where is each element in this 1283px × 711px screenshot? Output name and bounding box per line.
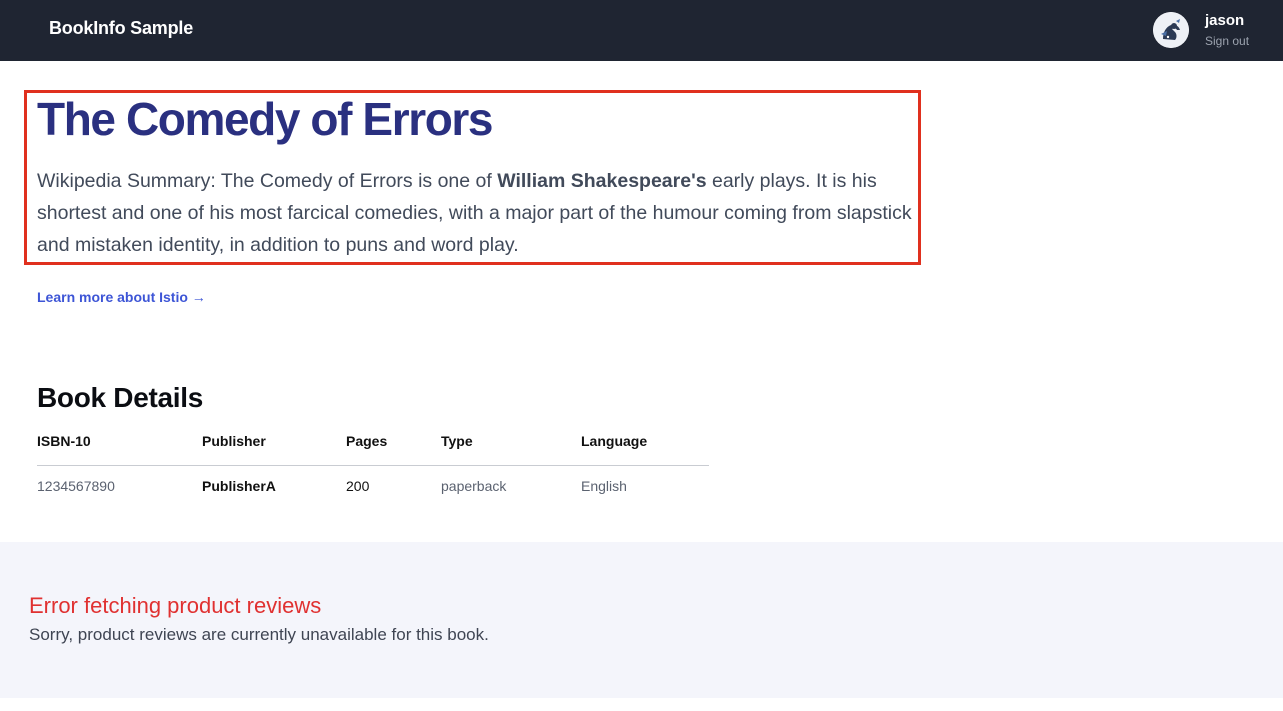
reviews-error-message: Sorry, product reviews are currently una… (29, 625, 489, 644)
sign-out-link[interactable]: Sign out (1205, 34, 1249, 48)
table-header-row: ISBN-10 Publisher Pages Type Language (37, 425, 709, 466)
learn-more-istio-link[interactable]: Learn more about Istio → (37, 289, 206, 305)
header-language: Language (581, 425, 709, 466)
cell-type: paperback (441, 478, 507, 495)
header-pages: Pages (346, 425, 441, 466)
book-details-heading: Book Details (37, 382, 203, 413)
cell-publisher: PublisherA (202, 478, 276, 495)
cell-language: English (581, 478, 627, 495)
header-isbn: ISBN-10 (37, 425, 202, 466)
brand-title[interactable]: BookInfo Sample (49, 18, 193, 39)
header-type: Type (441, 425, 581, 466)
cell-pages: 200 (346, 478, 370, 495)
summary-prefix: Wikipedia Summary: The Comedy of Errors … (37, 170, 498, 192)
user-avatar-icon[interactable] (1153, 12, 1189, 48)
cell-isbn: 1234567890 (37, 478, 115, 495)
table-row: 1234567890 PublisherA 200 paperback Engl… (37, 465, 709, 505)
summary-author: William Shakespeare's (497, 170, 707, 192)
top-navbar: BookInfo Sample jason Sign out (0, 0, 1283, 61)
reviews-section (0, 542, 1283, 698)
header-publisher: Publisher (202, 425, 346, 466)
page-title: The Comedy of Errors (37, 93, 493, 145)
user-name: jason (1205, 12, 1245, 29)
reviews-error-title: Error fetching product reviews (29, 593, 322, 618)
book-details-table: ISBN-10 Publisher Pages Type Language 12… (37, 425, 709, 505)
product-summary: Wikipedia Summary: The Comedy of Errors … (37, 165, 937, 261)
